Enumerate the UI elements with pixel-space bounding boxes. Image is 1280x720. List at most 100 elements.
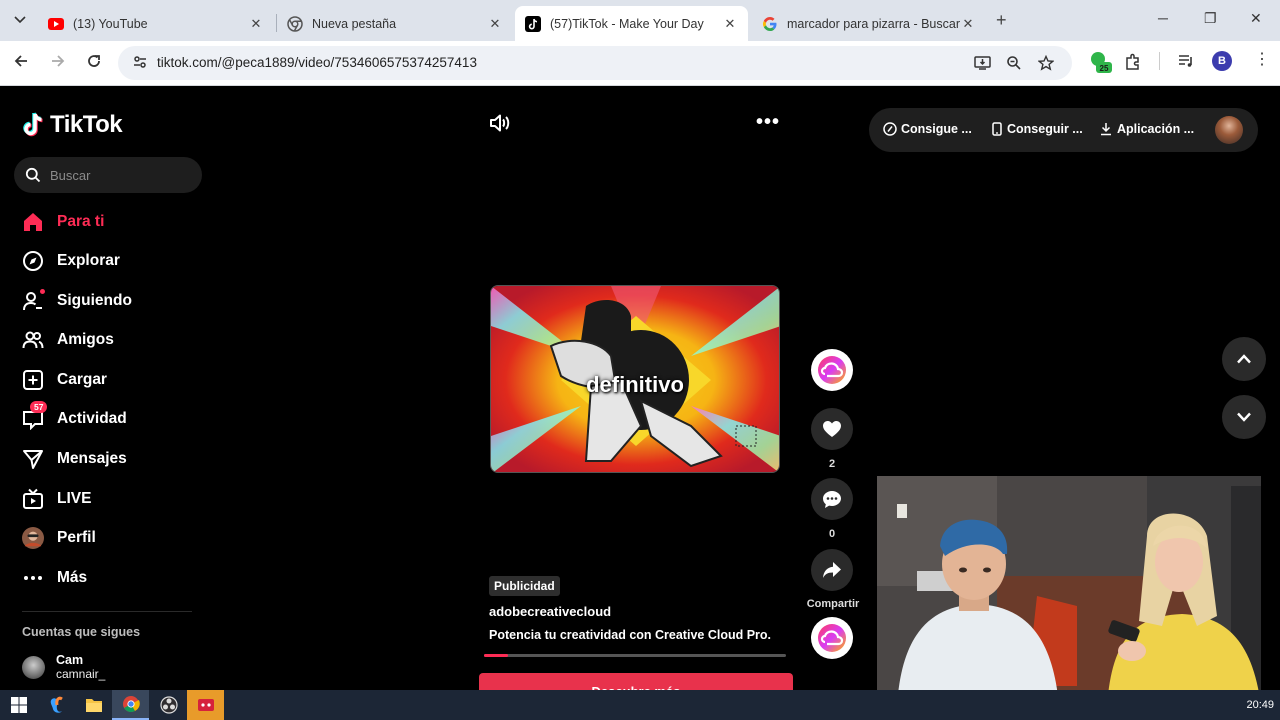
browser-tab[interactable]: marcador para pizarra - Buscar ✕ [752, 6, 986, 41]
profile-avatar [22, 527, 44, 549]
webcam-overlay [877, 476, 1261, 706]
forward-icon[interactable] [50, 53, 66, 74]
coins-icon [883, 122, 897, 136]
more-icon [22, 567, 44, 589]
browser-tab[interactable]: Nueva pestaña ✕ [277, 6, 513, 41]
profile-avatar-button[interactable]: B [1212, 51, 1232, 71]
nav-item-amigos[interactable]: Amigos [22, 327, 114, 353]
zoom-icon[interactable] [1006, 55, 1022, 76]
video-player[interactable]: definitivo [490, 285, 780, 473]
copilot-taskbar-icon[interactable] [38, 690, 75, 720]
search-icon [25, 167, 41, 183]
extension-badge: 25 [1100, 64, 1109, 73]
extension-icon[interactable]: 25 [1088, 50, 1112, 79]
window-close-icon[interactable]: ✕ [1250, 10, 1262, 27]
download-app-button[interactable]: Aplicación ... [1099, 122, 1194, 136]
activity-icon: 57 [22, 401, 48, 430]
share-arrow-icon [823, 562, 841, 578]
video-more-options-icon[interactable]: ••• [756, 111, 780, 134]
like-count: 2 [828, 458, 836, 470]
following-icon [22, 289, 45, 312]
sponsored-badge: Publicidad [489, 576, 560, 596]
home-icon [22, 211, 44, 233]
video-progress-bar[interactable] [484, 654, 786, 657]
tiktok-note-icon [23, 112, 43, 137]
obs-taskbar-icon[interactable] [150, 690, 187, 720]
install-app-icon[interactable] [974, 55, 991, 76]
music-disc-icon[interactable] [811, 617, 853, 659]
download-icon [1101, 123, 1111, 136]
new-tab-button[interactable]: + [996, 10, 1007, 31]
nav-item-perfil[interactable]: Perfil [22, 525, 96, 551]
get-coins-button[interactable]: Consigue ... [883, 122, 972, 136]
get-app-button[interactable]: Conseguir ... [991, 122, 1083, 136]
like-button[interactable] [811, 408, 853, 450]
activity-badge: 57 [30, 401, 48, 413]
tab-close-icon[interactable]: ✕ [248, 16, 264, 32]
minimize-icon[interactable]: ─ [1158, 10, 1168, 26]
site-info-icon[interactable] [132, 54, 148, 75]
nav-item-live[interactable]: LIVE [22, 486, 91, 512]
user-avatar[interactable] [1215, 116, 1243, 144]
nav-item-mensajes[interactable]: Mensajes [22, 446, 127, 472]
chevron-down-icon [14, 16, 26, 24]
nav-item-mas[interactable]: Más [22, 565, 87, 591]
browser-tab-active[interactable]: (57)TikTok - Make Your Day ✕ [515, 6, 748, 41]
nav-item-cargar[interactable]: Cargar [22, 367, 107, 393]
next-video-button[interactable] [1222, 395, 1266, 439]
previous-video-button[interactable] [1222, 337, 1266, 381]
tab-close-icon[interactable]: ✕ [960, 16, 976, 32]
nav-label: Cargar [57, 371, 107, 388]
video-overlay-text: definitivo [586, 372, 684, 397]
nav-item-explorar[interactable]: Explorar [22, 248, 120, 274]
taskbar-clock[interactable]: 20:49 [1246, 699, 1274, 711]
phone-icon [992, 122, 1002, 136]
restore-icon[interactable]: ❐ [1204, 10, 1217, 27]
bookmark-star-icon[interactable] [1037, 54, 1055, 76]
tab-title: (13) YouTube [73, 16, 148, 31]
tab-close-icon[interactable]: ✕ [487, 16, 503, 32]
tab-close-icon[interactable]: ✕ [722, 16, 738, 32]
browser-menu-icon[interactable]: ⋮ [1254, 52, 1270, 68]
nav-item-actividad[interactable]: 57 Actividad [22, 401, 127, 432]
tab-title: marcador para pizarra - Buscar [787, 16, 960, 31]
browser-tab-strip: (13) YouTube ✕ Nueva pestaña ✕ (57)TikTo… [0, 0, 1280, 41]
account-avatar [22, 656, 45, 679]
chrome-taskbar-icon[interactable] [112, 690, 149, 720]
tiktok-logo[interactable]: TikTok [22, 111, 123, 139]
following-account-item[interactable]: Cam camnair_ [22, 653, 105, 681]
tab-search-button[interactable] [6, 7, 34, 33]
nav-item-siguiendo[interactable]: Siguiendo [22, 288, 132, 314]
browser-tab[interactable]: (13) YouTube ✕ [38, 6, 274, 41]
comment-button[interactable] [811, 478, 853, 520]
google-icon [762, 16, 778, 32]
streaming-app-taskbar-icon[interactable] [187, 690, 224, 720]
account-username: camnair_ [56, 667, 106, 681]
top-action-label: Conseguir ... [1007, 122, 1083, 136]
creative-cloud-avatar-icon[interactable] [811, 349, 853, 391]
live-icon [22, 488, 44, 510]
back-icon[interactable] [13, 53, 29, 74]
chevron-down-icon [1237, 412, 1251, 422]
share-button[interactable] [811, 549, 853, 591]
reload-icon[interactable] [86, 53, 102, 74]
nav-label: Mensajes [57, 450, 127, 467]
top-action-label: Consigue ... [901, 122, 972, 136]
heart-icon [823, 421, 841, 437]
browser-toolbar: tiktok.com/@peca1889/video/7534606575374… [0, 41, 1280, 86]
tab-title: Nueva pestaña [312, 16, 397, 31]
nav-item-para-ti[interactable]: Para ti [22, 209, 104, 235]
address-bar[interactable]: tiktok.com/@peca1889/video/7534606575374… [118, 46, 1072, 80]
share-label: Compartir [806, 598, 860, 610]
search-input[interactable] [50, 167, 190, 183]
extensions-puzzle-icon[interactable] [1125, 53, 1141, 75]
media-control-icon[interactable] [1178, 53, 1194, 74]
file-explorer-taskbar-icon[interactable] [75, 690, 112, 720]
windows-logo-icon [10, 697, 27, 713]
search-box[interactable] [14, 157, 202, 193]
start-button[interactable] [0, 690, 37, 720]
sidebar-divider [22, 611, 192, 612]
volume-icon[interactable] [489, 113, 511, 138]
video-author[interactable]: adobecreativecloud [489, 604, 611, 619]
webcam-feed-image [877, 476, 1261, 706]
